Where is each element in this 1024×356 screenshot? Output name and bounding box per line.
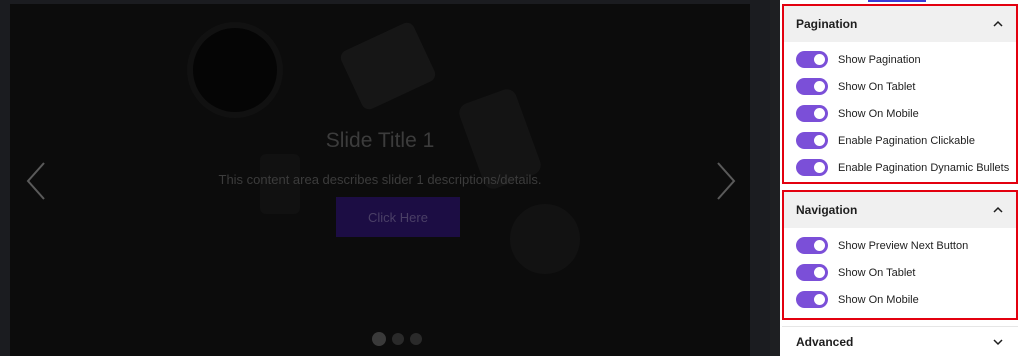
toggle-row-show-on-tablet: Show On Tablet xyxy=(796,73,1016,100)
toggle-switch[interactable] xyxy=(796,291,828,308)
toggle-label: Show On Mobile xyxy=(838,107,919,120)
slide-1: Slide Title 1 This content area describe… xyxy=(10,4,750,356)
pagination-dot[interactable] xyxy=(372,332,386,346)
toggle-row-dynamic-bullets: Enable Pagination Dynamic Bullets xyxy=(796,154,1016,181)
section-title: Navigation xyxy=(796,203,858,217)
toggle-row-preview-next-button: Show Preview Next Button xyxy=(796,232,1016,259)
chevron-up-icon[interactable] xyxy=(992,204,1004,216)
background-decoration xyxy=(338,20,438,112)
toggle-label: Show On Tablet xyxy=(838,80,916,93)
toggle-row-show-pagination: Show Pagination xyxy=(796,46,1016,73)
prev-arrow-icon[interactable] xyxy=(20,159,50,203)
toggle-label: Show Pagination xyxy=(838,53,921,66)
next-arrow-icon[interactable] xyxy=(712,159,742,203)
toggle-label: Show On Tablet xyxy=(838,266,916,279)
pagination-dots xyxy=(372,332,422,346)
toggle-row-show-on-mobile: Show On Mobile xyxy=(796,286,1016,313)
toggle-row-show-on-tablet: Show On Tablet xyxy=(796,259,1016,286)
settings-panel: Pagination Show Pagination Show On Table… xyxy=(770,0,1024,356)
slider-preview: Slide Title 1 This content area describe… xyxy=(0,0,770,356)
toggle-label: Enable Pagination Dynamic Bullets xyxy=(838,161,1010,174)
toggle-switch[interactable] xyxy=(796,78,828,95)
active-tab-indicator xyxy=(868,0,926,2)
slide-description: This content area describes slider 1 des… xyxy=(218,172,542,187)
chevron-down-icon[interactable] xyxy=(992,336,1004,348)
toggle-switch[interactable] xyxy=(796,237,828,254)
chevron-up-icon[interactable] xyxy=(992,18,1004,30)
toggle-row-show-on-mobile: Show On Mobile xyxy=(796,100,1016,127)
section-title: Pagination xyxy=(796,17,858,31)
toggle-switch[interactable] xyxy=(796,159,828,176)
toggle-switch[interactable] xyxy=(796,51,828,68)
pagination-section: Pagination Show Pagination Show On Table… xyxy=(782,4,1018,184)
navigation-section: Navigation Show Preview Next Button Show… xyxy=(782,190,1018,320)
toggle-switch[interactable] xyxy=(796,132,828,149)
toggle-switch[interactable] xyxy=(796,105,828,122)
toggle-row-pagination-clickable: Enable Pagination Clickable xyxy=(796,127,1016,154)
pagination-section-header[interactable]: Pagination xyxy=(784,6,1016,42)
advanced-section-header[interactable]: Advanced xyxy=(782,326,1018,356)
toggle-label: Show Preview Next Button xyxy=(838,239,969,252)
navigation-section-header[interactable]: Navigation xyxy=(784,192,1016,228)
slide-title: Slide Title 1 xyxy=(325,129,435,152)
background-decoration xyxy=(193,28,277,112)
pagination-dot[interactable] xyxy=(410,333,422,345)
toggle-label: Enable Pagination Clickable xyxy=(838,134,975,147)
slide-cta-button[interactable]: Click Here xyxy=(336,197,460,237)
background-decoration xyxy=(510,204,580,274)
toggle-label: Show On Mobile xyxy=(838,293,919,306)
toggle-switch[interactable] xyxy=(796,264,828,281)
section-title: Advanced xyxy=(796,334,854,349)
pagination-dot[interactable] xyxy=(392,333,404,345)
settings-panel-body: Pagination Show Pagination Show On Table… xyxy=(780,0,1024,356)
